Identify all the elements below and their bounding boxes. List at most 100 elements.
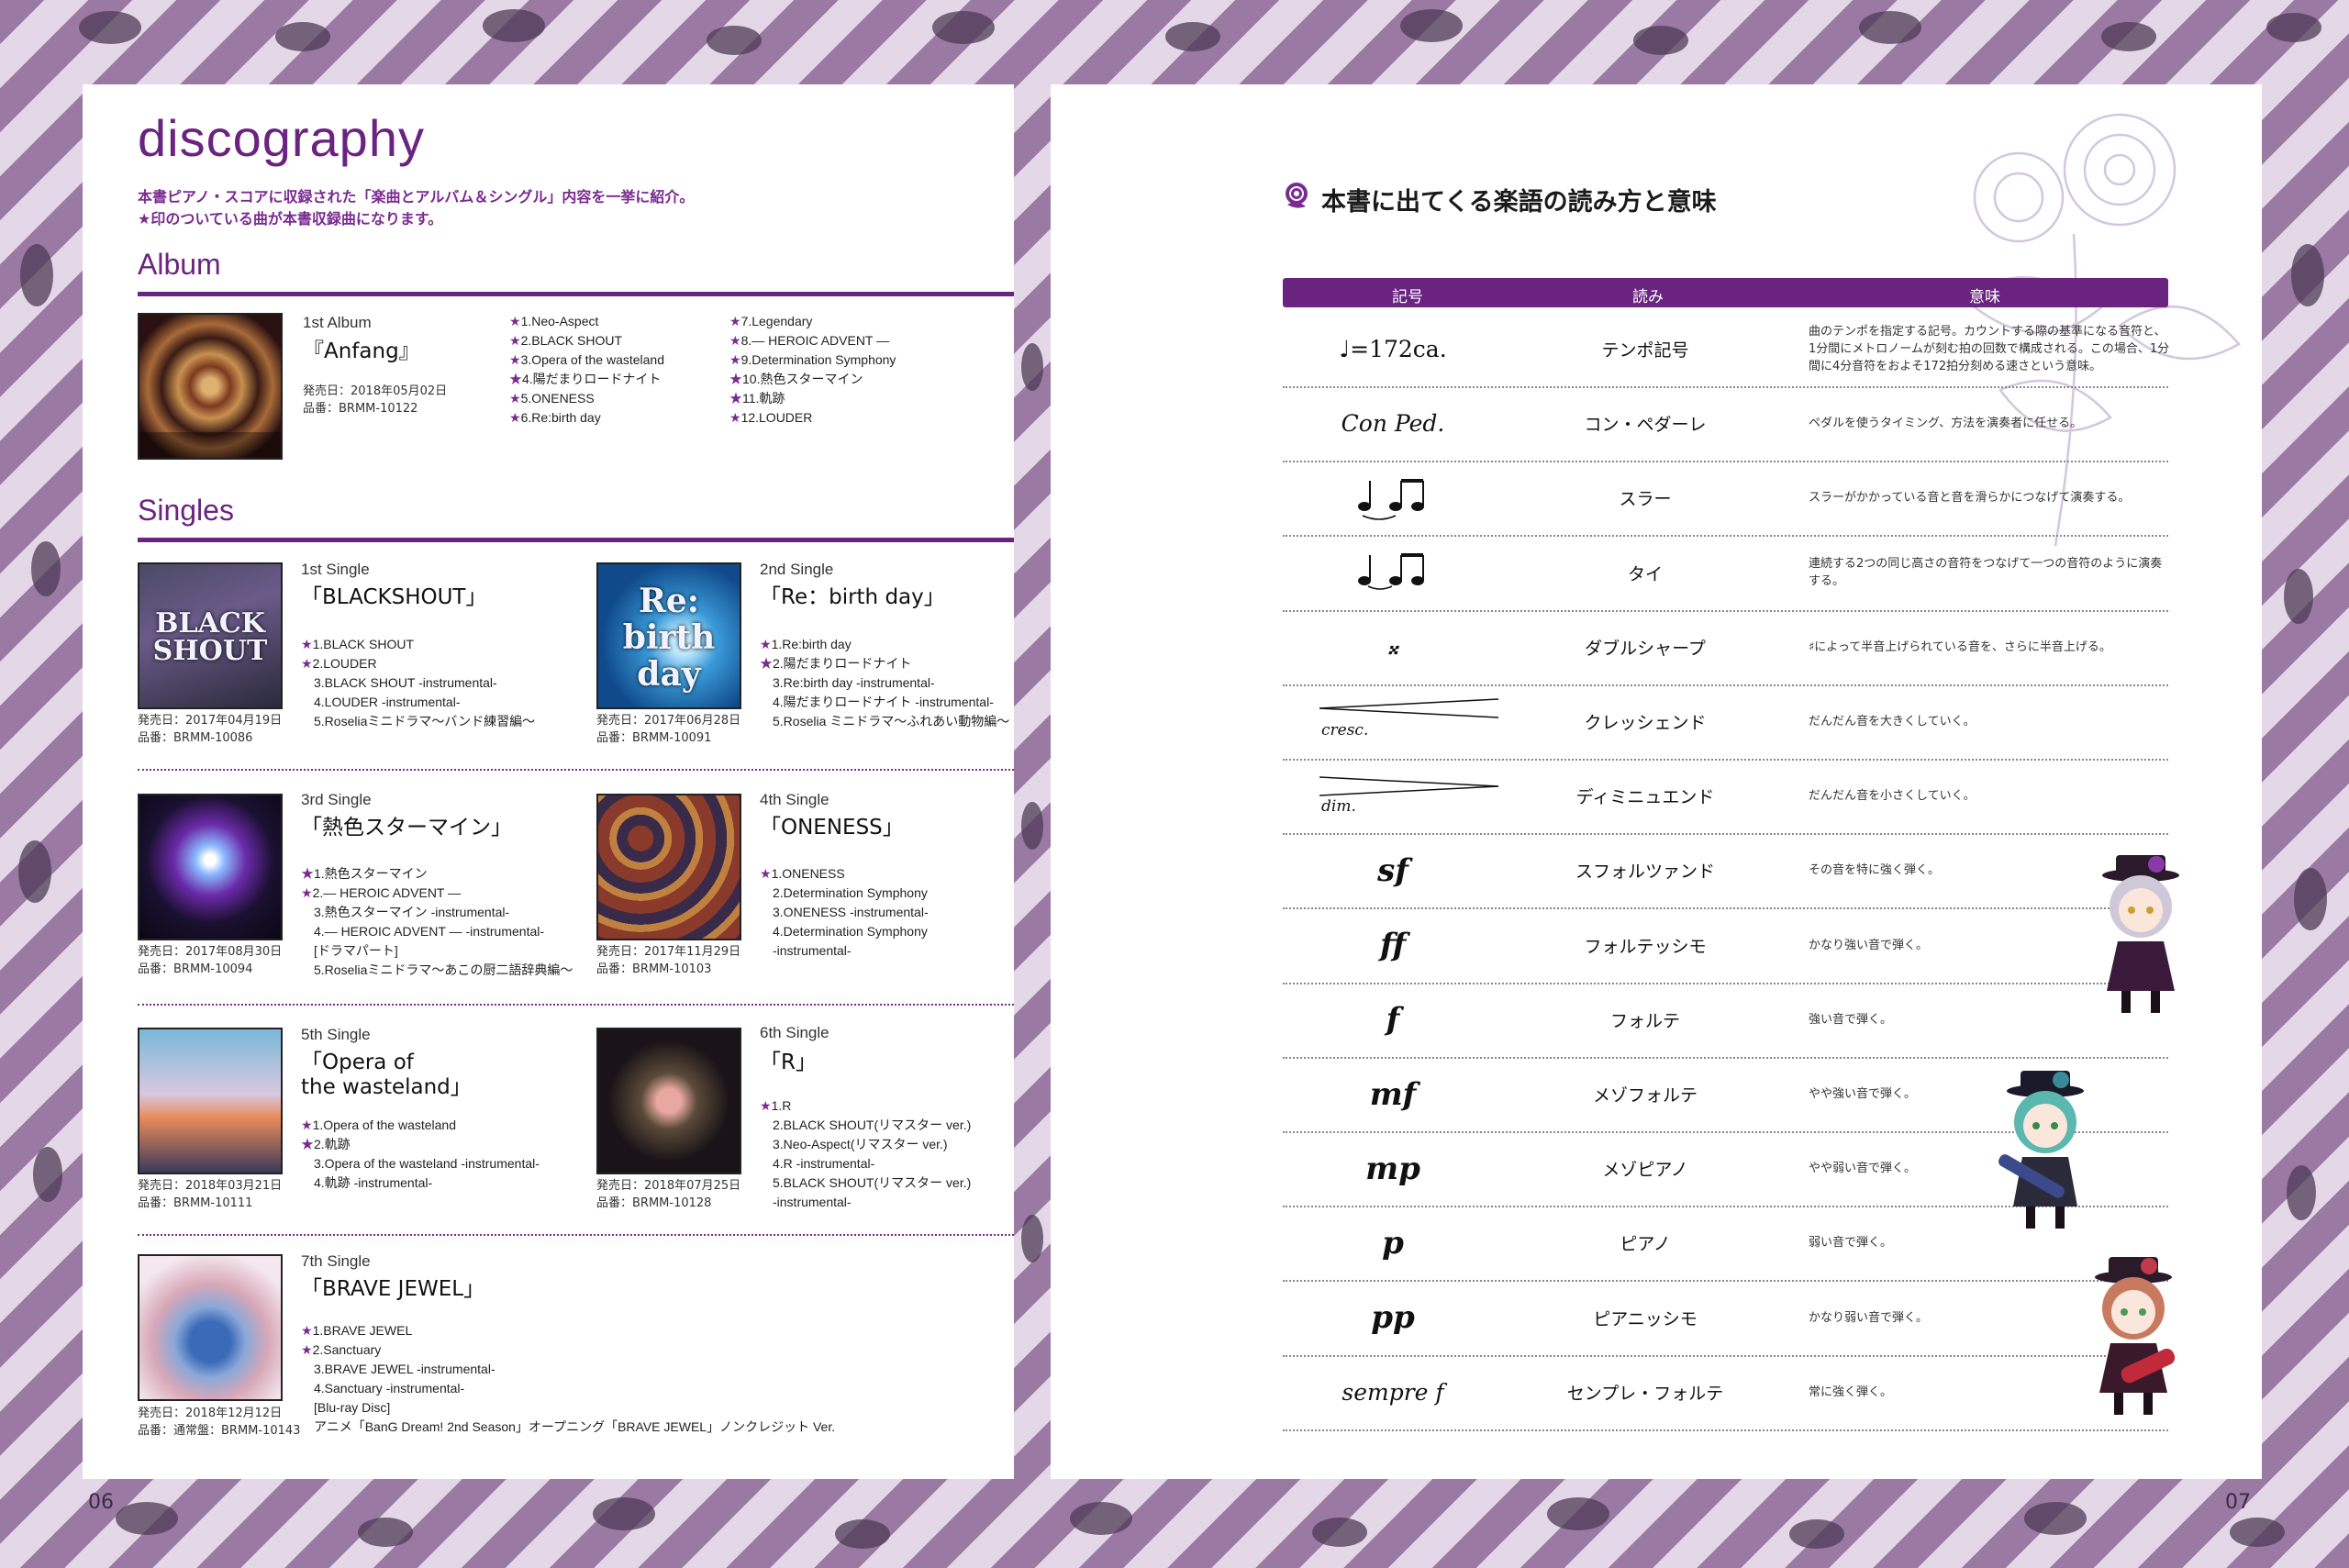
track-item: 4.LOUDER -instrumental-: [314, 695, 461, 709]
track-item: -instrumental-: [773, 1195, 852, 1209]
single-7-catalog-number: 品番：通常盤：BRMM-10143: [138, 1424, 301, 1438]
glossary-row: cresc. クレッシェンド だんだん音を大きくしていく。: [1283, 684, 2168, 761]
track-item: 3.Re:birth day -instrumental-: [773, 675, 935, 690]
single-4-release-date: 発売日：2017年11月29日: [596, 945, 741, 959]
glossary-reading: メゾピアノ: [1602, 1160, 1688, 1181]
star-icon: ★: [509, 314, 521, 328]
glossary-meaning: やや弱い音で弾く。: [1809, 1162, 1917, 1176]
album-cover-anfang: [138, 313, 283, 460]
single-2-release-date: 発売日：2017年06月28日: [596, 714, 741, 728]
single-5-kind: 5th Single: [301, 1026, 371, 1043]
star-icon: ★: [301, 1137, 314, 1151]
glossary-row: sempre f センプレ・フォルテ 常に強く弾く。: [1283, 1355, 2168, 1431]
star-icon: ★: [760, 656, 773, 671]
glossary-symbol: ♩=172ca.: [1283, 312, 1503, 386]
track-item: ★2.LOUDER: [301, 656, 377, 671]
singles-row-divider-1: [138, 769, 1014, 771]
single-cover-2-text: Re: birth day: [622, 582, 716, 694]
intro-line-2: ★印のついている曲が本書収録曲になります。: [138, 210, 443, 228]
glossary-table-header: 記号 読み 意味: [1283, 278, 2168, 307]
glossary-meaning: 曲のテンポを指定する記号。カウントする際の基準になる音符と、1分間にメトロノーム…: [1809, 325, 2170, 373]
star-icon: ★: [301, 1323, 313, 1338]
glossary-row: ff フォルテッシモ かなり強い音で弾く。: [1283, 908, 2168, 984]
track-item: ★3.Opera of the wasteland: [509, 352, 664, 367]
glossary-symbol-text: ff: [1379, 927, 1407, 964]
glossary-symbol: pp: [1283, 1281, 1503, 1355]
star-icon: ★: [729, 314, 741, 328]
glossary-symbol-text: mp: [1365, 1150, 1420, 1187]
track-item: ★6.Re:birth day: [509, 410, 601, 425]
track-item: 3.BLACK SHOUT -instrumental-: [314, 675, 497, 690]
single-4-meta: 発売日：2017年11月29日 品番：BRMM-10103: [596, 943, 740, 978]
glossary-symbol-text: ♩=172ca.: [1339, 336, 1447, 362]
singles-row-divider-2: [138, 1004, 1014, 1006]
star-icon: ★: [760, 637, 772, 651]
single-7-meta: 発売日：2018年12月12日 品番：通常盤：BRMM-10143: [138, 1405, 300, 1440]
single-7-title: 「BRAVE JEWEL」: [301, 1277, 485, 1301]
track-item: 4.Determination Symphony: [773, 924, 928, 939]
star-icon: ★: [729, 391, 742, 406]
single-6-tracklist: ★1.R 2.BLACK SHOUT(リマスター ver.) 3.Neo-Aspec…: [760, 1096, 971, 1212]
star-icon: ★: [301, 866, 314, 881]
album-kind: 1st Album: [303, 314, 372, 331]
track-item: ★1.BLACK SHOUT: [301, 637, 415, 651]
chibi-character-2: [1998, 1071, 2084, 1229]
single-1-kind: 1st Single: [301, 561, 370, 578]
track-item: 5.Roselia ミニドラマ～ふれあい動物編～: [773, 714, 1010, 728]
glossary-symbol: Con Ped.: [1283, 386, 1503, 461]
page-number-right: 07: [2225, 1491, 2251, 1514]
star-icon: ★: [509, 352, 521, 367]
single-1-catalog-number: 品番：BRMM-10086: [138, 731, 253, 745]
album-tracklist-right: ★7.Legendary ★8.― HEROIC ADVENT ― ★9.Deter…: [729, 312, 896, 428]
glossary-symbol: mp: [1283, 1131, 1503, 1206]
glossary-symbol-text: 𝄪: [1387, 633, 1398, 661]
glossary-symbol: dim.: [1283, 759, 1503, 833]
glossary-symbol: [1283, 536, 1503, 610]
track-item: ★1.Neo-Aspect: [509, 314, 599, 328]
single-cover-1: BLACK SHOUT: [138, 562, 283, 709]
glossary-row: ♩=172ca. テンポ記号 曲のテンポを指定する記号。カウントする際の基準になる音…: [1283, 312, 2170, 388]
glossary-symbol-text: f: [1386, 1001, 1400, 1039]
track-item: ★2.BLACK SHOUT: [509, 333, 623, 348]
glossary-reading: ピアノ: [1620, 1234, 1671, 1255]
single-5-release-date: 発売日：2018年03月21日: [138, 1179, 283, 1193]
star-icon: ★: [301, 656, 313, 671]
album-meta: 発売日：2018年05月02日 品番：BRMM-10122: [303, 383, 447, 417]
track-item: 3.BRAVE JEWEL -instrumental-: [314, 1362, 495, 1376]
track-item: ★10.熱色スターマイン: [729, 372, 863, 386]
single-3-catalog-number: 品番：BRMM-10094: [138, 962, 253, 976]
glossary-row: タイ 連続する2つの同じ高さの音符をつなげて一つの音符のように演奏する。: [1283, 536, 2168, 612]
glossary-row: Con Ped. コン・ペダーレ ペダルを使うタイミング、方法を演奏者に任せる。: [1283, 386, 2168, 463]
glossary-symbol-text: cresc.: [1321, 721, 1369, 740]
single-4-catalog-number: 品番：BRMM-10103: [596, 962, 712, 976]
intro-text: 本書ピアノ・スコアに収録された「楽曲とアルバム＆シングル」内容を一挙に紹介。 ★…: [138, 186, 694, 230]
page-number-left: 06: [88, 1491, 114, 1514]
track-item: ★9.Determination Symphony: [729, 352, 896, 367]
glossary-reading: センプレ・フォルテ: [1566, 1383, 1724, 1404]
single-2-meta: 発売日：2017年06月28日 品番：BRMM-10091: [596, 712, 740, 747]
track-item: 5.BLACK SHOUT(リマスター ver.): [773, 1175, 972, 1190]
track-item: 3.Opera of the wasteland -instrumental-: [314, 1156, 540, 1171]
track-item: 3.Neo-Aspect(リマスター ver.): [773, 1137, 948, 1151]
star-icon: ★: [729, 410, 741, 425]
column-header-meaning: 意味: [1969, 288, 2000, 306]
track-item: -instrumental-: [773, 943, 852, 958]
single-5-meta: 発売日：2018年03月21日 品番：BRMM-10111: [138, 1177, 282, 1212]
track-item: ★4.陽だまりロードナイト: [509, 372, 662, 386]
glossary-symbol-text: mf: [1369, 1075, 1417, 1113]
intro-line-1: 本書ピアノ・スコアに収録された「楽曲とアルバム＆シングル」内容を一挙に紹介。: [138, 188, 695, 206]
single-4-tracklist: ★1.ONENESS 2.Determination Symphony 3.ONEN…: [760, 864, 929, 961]
glossary-meaning: ペダルを使うタイミング、方法を演奏者に任せる。: [1809, 417, 2083, 431]
single-cover-4: [596, 794, 741, 940]
track-item: ★1.R: [760, 1098, 792, 1113]
track-item: ★2.Sanctuary: [301, 1342, 382, 1357]
glossary-reading: コン・ペダーレ: [1584, 415, 1707, 436]
singles-heading-rule: [138, 538, 1014, 542]
chibi-character-1: [2102, 855, 2179, 1013]
single-3-release-date: 発売日：2017年08月30日: [138, 945, 283, 959]
glossary-symbol-text: pp: [1371, 1299, 1415, 1337]
single-cover-1-text: BLACK SHOUT: [152, 607, 268, 667]
single-2-tracklist: ★1.Re:birth day ★2.陽だまりロードナイト 3.Re:birth d…: [760, 635, 1009, 731]
album-heading-rule: [138, 292, 1014, 296]
track-item: 3.ONENESS -instrumental-: [773, 905, 929, 919]
